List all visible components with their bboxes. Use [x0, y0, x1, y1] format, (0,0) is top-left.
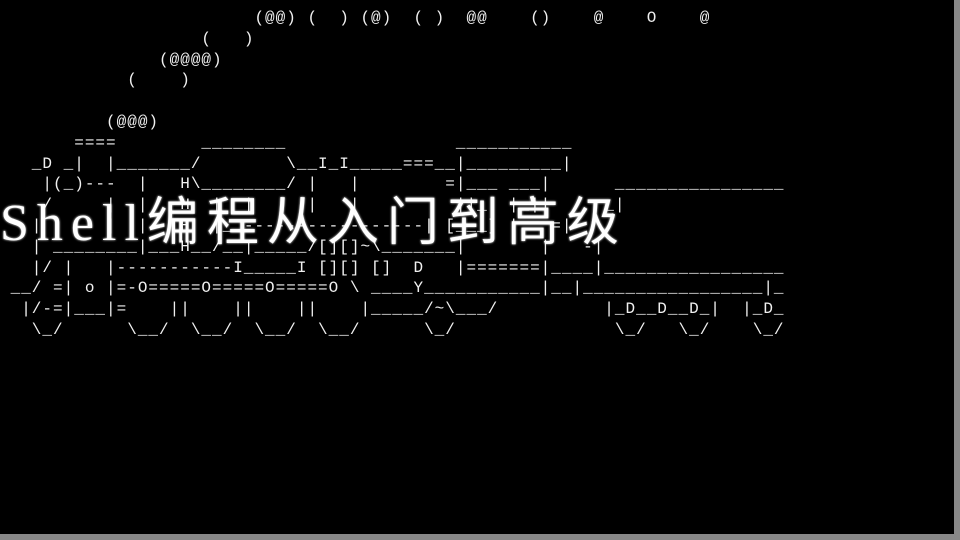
ascii-line: ( ): [0, 71, 191, 89]
ascii-line: |/ | |-----------I_____I [][] [] D |====…: [0, 259, 785, 277]
ascii-line: _D _| |_______/ \__I_I_____===__|_______…: [0, 155, 572, 173]
sl-train-ascii: (@@) ( ) (@) ( ) @@ () @ O @ ( ) (@@@@) …: [0, 0, 785, 341]
ascii-line: (@@) ( ) (@) ( ) @@ () @ O @: [0, 9, 710, 27]
ascii-line: (@@@): [0, 113, 159, 131]
ascii-line: |/-=|___|= || || || |_____/~\___/ |_D__D…: [0, 300, 785, 318]
ascii-line: __/ =| o |=-O=====O=====O=====O \ ____Y_…: [0, 279, 785, 297]
ascii-line: ( ): [0, 30, 254, 48]
terminal-window: (@@) ( ) (@) ( ) @@ () @ O @ ( ) (@@@@) …: [0, 0, 960, 540]
ascii-line: \_/ \__/ \__/ \__/ \__/ \_/ \_/ \_/ \_/: [0, 321, 785, 339]
ascii-line: ==== ________ ___________: [0, 134, 572, 152]
course-title: Shell编程从入门到高级: [0, 180, 960, 255]
ascii-line: (@@@@): [0, 51, 223, 69]
